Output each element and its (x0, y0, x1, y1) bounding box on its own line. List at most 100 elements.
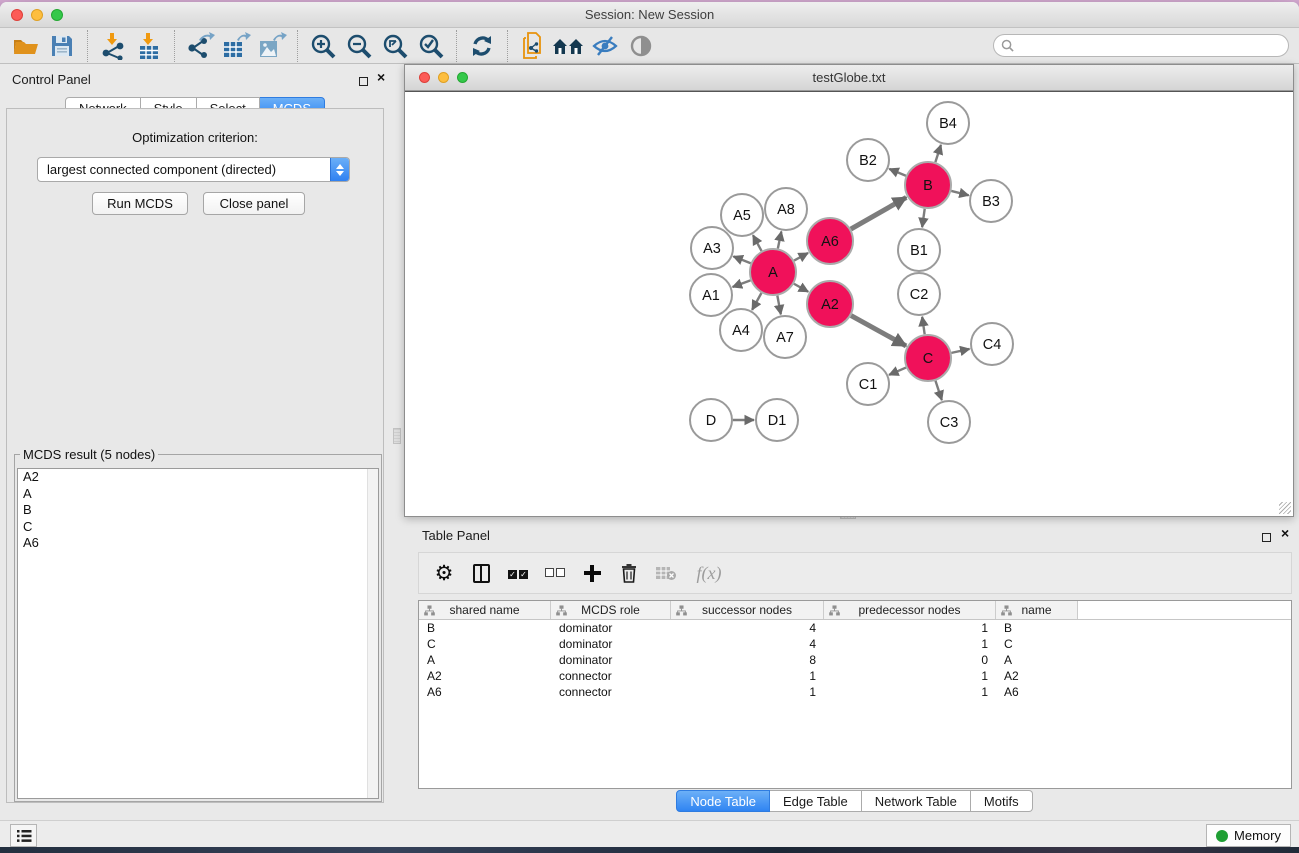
column-header-successor-nodes[interactable]: successor nodes (671, 601, 824, 619)
edge-A2-C[interactable] (851, 316, 906, 346)
delete-table-button[interactable] (651, 558, 681, 588)
table-cell[interactable]: 1 (824, 636, 996, 652)
edge-C-C3[interactable] (935, 381, 941, 400)
network-node-B1[interactable]: B1 (898, 229, 940, 271)
add-button[interactable] (577, 558, 607, 588)
table-cell[interactable]: A2 (996, 668, 1078, 684)
window-resize-grip[interactable] (1279, 502, 1291, 514)
network-node-D[interactable]: D (690, 399, 732, 441)
table-cell[interactable]: connector (551, 684, 671, 700)
table-tab-motifs[interactable]: Motifs (971, 790, 1033, 812)
edge-A-A6[interactable] (794, 253, 808, 261)
function-builder-button[interactable]: f(x) (688, 558, 730, 588)
network-node-A5[interactable]: A5 (721, 194, 763, 236)
table-tab-edge-table[interactable]: Edge Table (770, 790, 862, 812)
home-button[interactable] (551, 30, 587, 62)
table-cell[interactable]: 1 (824, 620, 996, 636)
table-cell[interactable]: 4 (671, 620, 824, 636)
table-row[interactable]: Cdominator41C (419, 636, 1291, 652)
list-item[interactable]: B (18, 502, 378, 519)
table-cell[interactable]: connector (551, 668, 671, 684)
table-cell[interactable]: A2 (419, 668, 551, 684)
table-row[interactable]: A6connector11A6 (419, 684, 1291, 700)
result-list-scrollbar[interactable] (367, 469, 378, 798)
table-cell[interactable]: 4 (671, 636, 824, 652)
network-node-A6[interactable]: A6 (807, 218, 853, 264)
table-cell[interactable]: B (996, 620, 1078, 636)
run-mcds-button[interactable]: Run MCDS (92, 192, 188, 215)
network-node-D1[interactable]: D1 (756, 399, 798, 441)
edge-B-B2[interactable] (889, 169, 906, 176)
close-table-panel-icon[interactable]: × (1281, 528, 1289, 538)
network-node-C3[interactable]: C3 (928, 401, 970, 443)
network-node-A1[interactable]: A1 (690, 274, 732, 316)
import-network-button[interactable] (95, 30, 131, 62)
search-input[interactable] (1019, 39, 1288, 53)
network-node-C1[interactable]: C1 (847, 363, 889, 405)
table-cell[interactable]: A (996, 652, 1078, 668)
edge-A-A2[interactable] (794, 284, 808, 292)
edge-A-A7[interactable] (777, 296, 780, 315)
save-session-button[interactable] (44, 30, 80, 62)
edge-C-C4[interactable] (951, 349, 969, 353)
edge-A-A1[interactable] (733, 280, 751, 287)
list-item[interactable]: A2 (18, 469, 378, 486)
table-cell[interactable]: 1 (671, 668, 824, 684)
edge-A-A5[interactable] (753, 235, 762, 251)
network-node-A3[interactable]: A3 (691, 227, 733, 269)
close-panel-icon[interactable]: × (377, 72, 385, 82)
zoom-out-button[interactable] (341, 30, 377, 62)
zoom-in-button[interactable] (305, 30, 341, 62)
column-header-MCDS-role[interactable]: MCDS role (551, 601, 671, 619)
select-all-button[interactable]: ✓✓ (503, 558, 533, 588)
network-node-A7[interactable]: A7 (764, 316, 806, 358)
open-session-button[interactable] (8, 30, 44, 62)
edge-A-A8[interactable] (778, 232, 782, 249)
network-node-A8[interactable]: A8 (765, 188, 807, 230)
table-cell[interactable]: 1 (824, 668, 996, 684)
table-cell[interactable]: A6 (996, 684, 1078, 700)
zoom-fit-button[interactable] (377, 30, 413, 62)
network-node-A[interactable]: A (750, 249, 796, 295)
table-cell[interactable]: dominator (551, 620, 671, 636)
network-canvas[interactable]: B4B2BB3A5A8A6B1A3AC2A1A2A4A7C4CC1DD1C3 (405, 91, 1293, 516)
edge-B-B1[interactable] (922, 209, 925, 227)
list-item[interactable]: C (18, 519, 378, 536)
network-node-A4[interactable]: A4 (720, 309, 762, 351)
table-row[interactable]: Bdominator41B (419, 620, 1291, 636)
table-cell[interactable]: A (419, 652, 551, 668)
network-node-B2[interactable]: B2 (847, 139, 889, 181)
clone-network-button[interactable] (515, 30, 551, 62)
edge-B-B3[interactable] (951, 191, 968, 195)
table-cell[interactable]: 8 (671, 652, 824, 668)
list-item[interactable]: A6 (18, 535, 378, 552)
import-table-button[interactable] (131, 30, 167, 62)
table-cell[interactable]: 1 (824, 684, 996, 700)
delete-button[interactable] (614, 558, 644, 588)
edge-C-C2[interactable] (922, 317, 924, 334)
list-item[interactable]: A (18, 486, 378, 503)
show-column-button[interactable] (466, 558, 496, 588)
optimization-criterion-dropdown[interactable]: largest connected component (directed) (37, 157, 350, 182)
table-cell[interactable]: 1 (671, 684, 824, 700)
table-cell[interactable]: A6 (419, 684, 551, 700)
table-row[interactable]: A2connector11A2 (419, 668, 1291, 684)
column-header-name[interactable]: name (996, 601, 1078, 619)
network-node-B3[interactable]: B3 (970, 180, 1012, 222)
export-network-button[interactable] (182, 30, 218, 62)
edge-B-B4[interactable] (935, 145, 941, 162)
table-cell[interactable]: C (419, 636, 551, 652)
network-node-B4[interactable]: B4 (927, 102, 969, 144)
edge-A-A4[interactable] (752, 293, 761, 310)
search-field[interactable] (993, 34, 1289, 57)
column-header-predecessor-nodes[interactable]: predecessor nodes (824, 601, 996, 619)
edge-A-A3[interactable] (733, 256, 750, 263)
table-cell[interactable]: dominator (551, 636, 671, 652)
network-node-C4[interactable]: C4 (971, 323, 1013, 365)
deselect-all-button[interactable] (540, 558, 570, 588)
table-cell[interactable]: dominator (551, 652, 671, 668)
close-panel-button[interactable]: Close panel (203, 192, 305, 215)
zoom-selected-button[interactable] (413, 30, 449, 62)
edge-A6-B[interactable] (851, 197, 906, 229)
table-cell[interactable]: B (419, 620, 551, 636)
